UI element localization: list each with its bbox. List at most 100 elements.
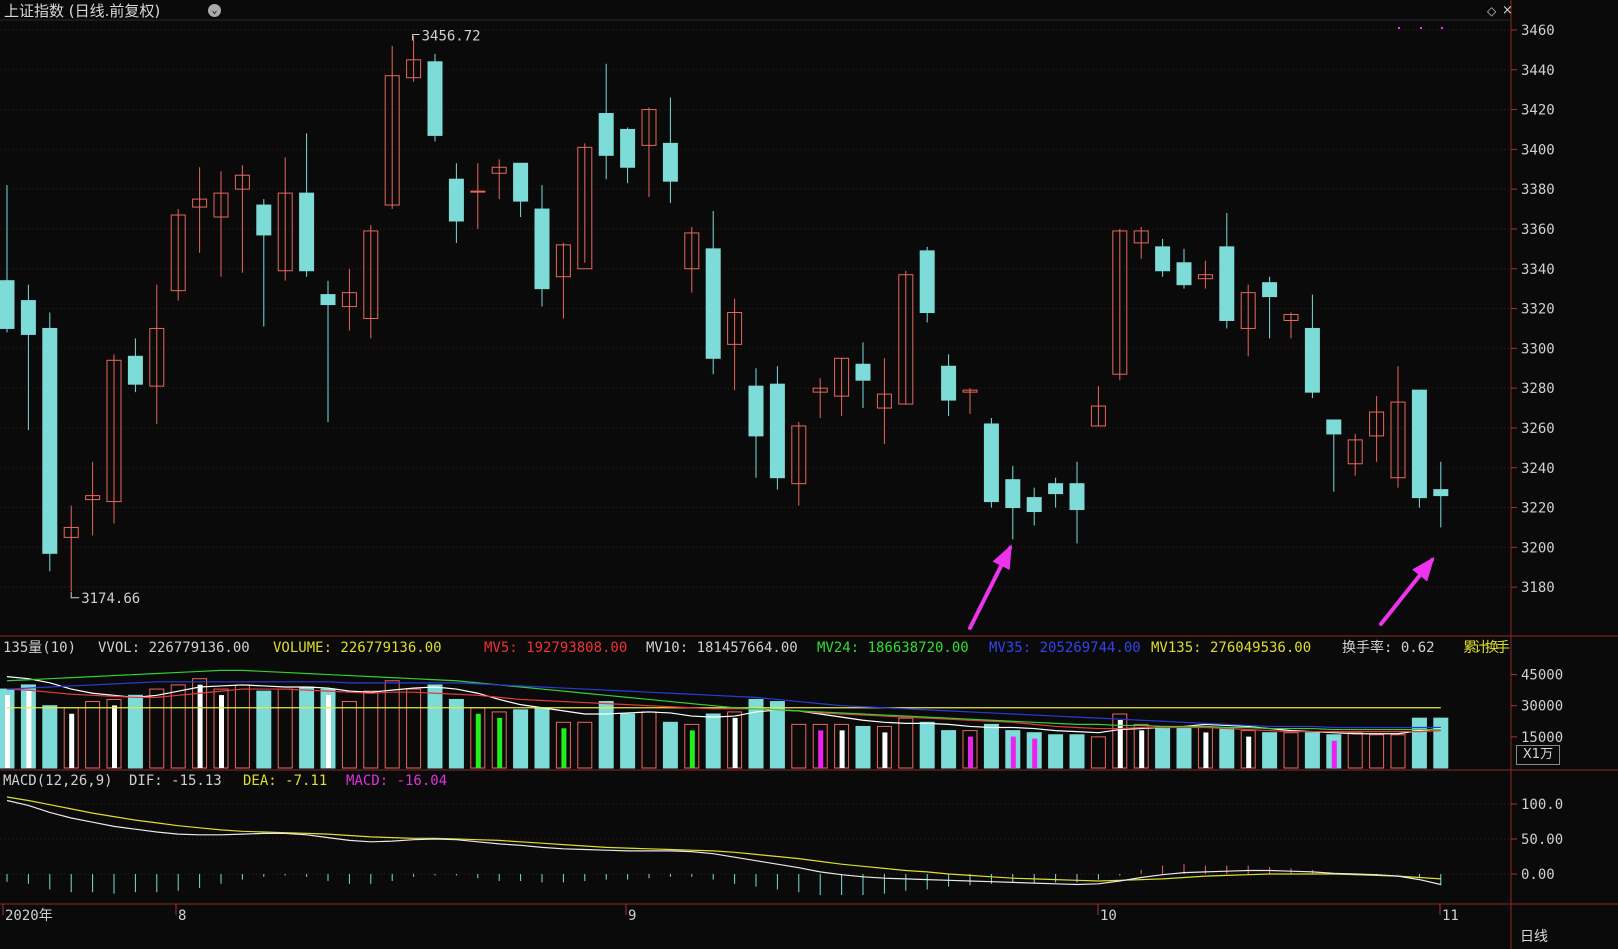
volume-bar [448,698,464,769]
price-tick-label: 3300 [1521,341,1555,357]
arrow-mark-1-head [992,544,1012,570]
volume-bar [1304,732,1320,769]
candle-body [1219,246,1235,321]
low-marker [70,591,80,599]
candle-body [855,363,871,381]
price-tick-label: 3220 [1521,501,1555,517]
volume-bar [641,711,657,769]
volume-bar-accent [475,713,481,768]
volume-bar [363,690,379,769]
signal-dot [1441,27,1443,29]
candle-body [427,61,443,136]
volume-bar [577,721,593,769]
volume-bar-accent [818,730,824,768]
candle-body [1026,497,1042,513]
volume-tick-label: 15000 [1521,730,1563,746]
candle-body [598,113,614,156]
volume-bar [748,698,764,769]
volume-bar [705,713,721,769]
volume-bar-accent [689,730,695,768]
candle-body [769,383,785,479]
volume-indicator-label: 135量(10) [3,640,76,656]
signal-dot [1420,27,1422,29]
candle-body [1304,327,1320,393]
macd-tick-label: 50.00 [1521,832,1563,848]
volume-bar [277,688,293,769]
price-tick-label: 3440 [1521,63,1555,79]
chart-stage[interactable]: 3460 3440 3420 3400 3380 3360 3340 3320 3300 3280… [0,0,1618,949]
volume-bar [170,684,186,769]
volume-bar [534,707,550,769]
volume-bar-accent [882,732,888,768]
macd-indicator-label: MACD(12,26,9) [3,773,113,789]
mv10-readout: MV10: 181457664.00 [646,640,798,656]
candle-body [919,250,935,314]
volume-bar-accent [497,717,503,768]
price-tick-label: 3360 [1521,222,1555,238]
volume-bar [256,690,272,769]
volume-bar-accent [1010,736,1016,768]
volume-bar [898,717,914,769]
price-tick-label: 3420 [1521,103,1555,119]
stock-chart-svg[interactable]: 3460 3440 3420 3400 3380 3360 3340 3320 3300 3280… [0,0,1618,949]
volume-bar [1433,717,1449,769]
volume-bar-accent [1139,730,1145,768]
volume-bar-accent [1203,732,1209,768]
period-label[interactable]: 日线 [1520,926,1548,946]
mv35-readout: MV35: 205269744.00 [989,640,1141,656]
candle-body [1433,489,1449,497]
volume-tick-label: 30000 [1521,699,1563,715]
candle-body [1069,483,1085,511]
diamond-icon[interactable]: ◇ [1487,4,1496,18]
candle-body [20,300,36,335]
macd-tick-label: 100.0 [1521,797,1563,813]
volume-bar [85,701,101,769]
price-tick-label: 3200 [1521,540,1555,556]
candle-body [256,204,272,236]
candle-body [748,385,764,437]
volume-bar-accent [561,728,567,768]
candle-body [620,128,636,168]
volume-bar [1090,736,1106,769]
price-tick-label: 3380 [1521,182,1555,198]
volume-bar-accent [1032,738,1038,768]
volume-bar-accent [968,736,973,768]
mv135-readout: MV135: 276049536.00 [1151,640,1311,656]
volume-bar [1390,734,1406,769]
signal-dot [1398,27,1400,29]
volume-bar [598,701,614,769]
price-tick-label: 3240 [1521,461,1555,477]
volume-bar [791,723,807,769]
macd-dif-readout: DIF: -15.13 [129,773,222,789]
turnover-readout: 换手率: 0.62 [1342,639,1435,656]
volume-bar [662,721,678,769]
price-tick-label: 3320 [1521,302,1555,318]
date-label: 11 [1442,908,1459,924]
vvol-readout: VVOL: 226779136.00 [98,640,250,656]
macd-tick-label: 0.00 [1521,867,1555,883]
date-label: 8 [178,908,186,924]
candle-body [1262,282,1278,298]
volume-bar-accent [732,717,738,768]
volume-bar [1262,732,1278,769]
price-tick-label: 3180 [1521,580,1555,596]
volume-tick-label: 45000 [1521,668,1563,684]
candle-body [705,248,721,359]
close-icon[interactable]: × [1502,3,1513,18]
macd-dea-readout: DEA: -7.11 [243,773,327,789]
volume-bar-accent [26,690,32,768]
volume-bar [855,725,871,769]
volume-bar [42,705,58,769]
volume-bar [427,684,443,769]
price-tick-label: 3400 [1521,142,1555,158]
date-label: 9 [628,908,636,924]
volume-bar-accent [219,695,224,768]
volume-bar [513,709,529,769]
volume-bar [127,694,143,769]
volume-bar [620,713,636,769]
candle-body [1326,419,1342,435]
volume-bar-accent [1331,740,1337,768]
candle-body [1005,479,1021,509]
title-dropdown-icon[interactable]: ⌄ [208,4,221,17]
candle-body [941,365,957,401]
